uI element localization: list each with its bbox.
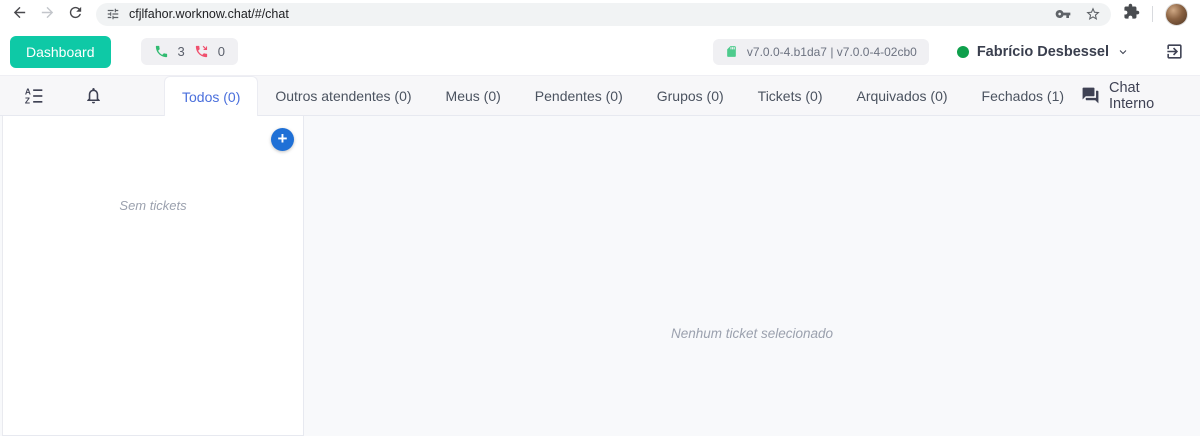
site-settings-icon[interactable]	[106, 7, 120, 21]
sd-card-icon	[725, 45, 738, 58]
user-name: Fabrício Desbessel	[976, 43, 1109, 60]
dashboard-button[interactable]: Dashboard	[10, 35, 111, 68]
tab-todos[interactable]: Todos (0)	[164, 76, 259, 116]
tab-pendentes[interactable]: Pendentes (0)	[518, 76, 640, 115]
chat-interno-label: Chat Interno	[1109, 79, 1155, 112]
tab-arquivados[interactable]: Arquivados (0)	[839, 76, 964, 115]
ticket-view-area: Nenhum ticket selecionado	[304, 116, 1200, 436]
back-arrow-icon	[11, 4, 28, 24]
chat-interno-button[interactable]: Chat Interno	[1081, 76, 1200, 115]
app-header: Dashboard 3 0 v7.0.0-4.b1da7 | v7.0.0-4-…	[0, 28, 1200, 76]
sort-alpha-icon: AZ	[24, 86, 44, 106]
browser-back-button[interactable]	[6, 2, 32, 26]
version-text: v7.0.0-4.b1da7 | v7.0.0-4-02cb0	[746, 44, 917, 59]
version-badge: v7.0.0-4.b1da7 | v7.0.0-4-02cb0	[712, 38, 929, 65]
forward-arrow-icon	[39, 4, 56, 24]
bell-icon	[84, 86, 103, 105]
logout-icon	[1165, 42, 1184, 61]
tab-outros-atendentes[interactable]: Outros atendentes (0)	[258, 76, 428, 115]
chevron-down-icon	[1117, 46, 1129, 58]
user-menu[interactable]: Fabrício Desbessel	[956, 43, 1129, 60]
content-area: + Sem tickets Nenhum ticket selecionado	[0, 116, 1200, 436]
phone-missed-icon	[194, 44, 209, 59]
logout-button[interactable]	[1163, 40, 1186, 63]
extensions-icon[interactable]	[1123, 3, 1140, 25]
notifications-button[interactable]	[84, 86, 103, 105]
call-counters: 3 0	[140, 38, 238, 65]
browser-reload-button[interactable]	[62, 2, 88, 26]
empty-ticket-list-message: Sem tickets	[119, 198, 187, 213]
tab-tickets[interactable]: Tickets (0)	[741, 76, 840, 115]
browser-forward-button[interactable]	[34, 2, 60, 26]
phone-answered-icon	[154, 44, 169, 59]
bookmark-star-icon[interactable]	[1085, 6, 1101, 22]
forum-chat-icon	[1081, 86, 1100, 105]
ticket-tab-bar: AZ Todos (0) Outros atendentes (0) Meus …	[0, 76, 1200, 116]
answered-calls-count: 3	[177, 44, 185, 59]
tab-fechados[interactable]: Fechados (1)	[965, 76, 1081, 115]
toolbar-divider	[1152, 6, 1153, 22]
tab-meus[interactable]: Meus (0)	[429, 76, 518, 115]
address-bar[interactable]: cfjlfahor.worknow.chat/#/chat	[96, 2, 1111, 26]
plus-icon: +	[277, 129, 288, 148]
browser-profile-avatar[interactable]	[1165, 2, 1188, 26]
no-ticket-selected-message: Nenhum ticket selecionado	[670, 326, 834, 341]
add-ticket-button[interactable]: +	[271, 128, 294, 151]
reload-icon	[67, 4, 84, 24]
missed-calls-count: 0	[217, 44, 225, 59]
url-text[interactable]: cfjlfahor.worknow.chat/#/chat	[129, 7, 1055, 21]
ticket-list-panel: + Sem tickets	[2, 116, 304, 436]
online-status-dot	[956, 45, 969, 58]
tab-grupos[interactable]: Grupos (0)	[640, 76, 741, 115]
ticket-tabs: Todos (0) Outros atendentes (0) Meus (0)…	[164, 76, 1081, 116]
browser-toolbar: cfjlfahor.worknow.chat/#/chat	[0, 0, 1200, 28]
password-key-icon[interactable]	[1055, 6, 1071, 22]
svg-text:Z: Z	[25, 95, 30, 105]
sort-tickets-button[interactable]: AZ	[24, 86, 44, 106]
